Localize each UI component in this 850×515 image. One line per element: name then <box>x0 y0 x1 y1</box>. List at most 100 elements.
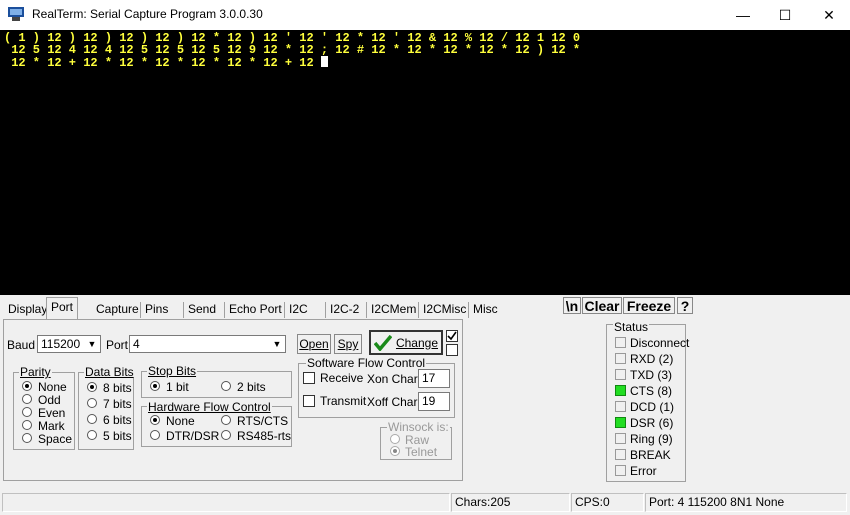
tab-i2c[interactable]: I2C <box>284 302 312 318</box>
stop-bits-2-radio[interactable] <box>221 381 231 391</box>
port-select[interactable]: 4 ▼ <box>129 335 286 353</box>
clear-button[interactable]: Clear <box>582 297 622 314</box>
data-bits-8-label: 8 bits <box>103 381 132 395</box>
xoff-char-input[interactable]: 19 <box>418 392 450 411</box>
status-led-ring <box>615 433 626 444</box>
change-checkbox-2[interactable] <box>446 344 458 356</box>
tab-send[interactable]: Send <box>183 302 220 318</box>
status-led-txd <box>615 369 626 380</box>
data-bits-7-radio[interactable] <box>87 398 97 408</box>
sw-flow-title: Software Flow Control <box>306 356 427 370</box>
tab-misc[interactable]: Misc <box>468 302 502 318</box>
status-label-cts: CTS (8) <box>630 384 672 398</box>
parity-mark-radio[interactable] <box>22 420 32 430</box>
tab-pins[interactable]: Pins <box>140 302 172 318</box>
terminal-display[interactable]: ( 1 ) 12 ) 12 ) 12 ) 12 ) 12 * 12 ) 12 '… <box>0 30 850 295</box>
statusbar-blank-cell <box>2 493 450 512</box>
cps-count: CPS:0 <box>571 493 644 512</box>
data-bits-5-radio[interactable] <box>87 430 97 440</box>
parity-odd-label: Odd <box>38 393 61 407</box>
hw-flow-title-text: Hardware Flow Control <box>148 400 271 414</box>
parity-title: Parity <box>19 366 52 378</box>
hw-flow-rs485-label: RS485-rts <box>237 429 292 443</box>
receive-label: Receive <box>320 371 364 385</box>
receive-checkbox[interactable] <box>303 372 315 384</box>
tab-i2cmem[interactable]: I2CMem <box>366 302 420 318</box>
parity-mark-label: Mark <box>38 419 65 433</box>
transmit-checkbox[interactable] <box>303 395 315 407</box>
transmit-label: Transmit <box>320 394 367 408</box>
terminal-line-2: 12 5 12 4 12 4 12 5 12 5 12 5 12 9 12 * … <box>4 43 581 57</box>
stop-bits-1-radio[interactable] <box>150 381 160 391</box>
change-button[interactable]: Change <box>369 330 443 355</box>
tab-display[interactable]: Display <box>4 302 51 318</box>
parity-even-label: Even <box>38 406 66 420</box>
status-label-dcd: DCD (1) <box>630 400 674 414</box>
data-bits-8-radio[interactable] <box>87 382 97 392</box>
hw-flow-none-label: None <box>166 414 195 428</box>
xon-label: Xon Char: <box>367 372 422 386</box>
parity-space-radio[interactable] <box>22 433 32 443</box>
hw-flow-none-radio[interactable] <box>150 415 160 425</box>
open-button[interactable]: Open <box>297 334 331 354</box>
parity-none-radio[interactable] <box>22 381 32 391</box>
status-led-rxd <box>615 353 626 364</box>
tab-i2cmisc[interactable]: I2CMisc <box>418 302 470 318</box>
parity-even-radio[interactable] <box>22 407 32 417</box>
status-label-break: BREAK <box>630 448 671 462</box>
status-led-error <box>615 465 626 476</box>
baud-select[interactable]: 115200 ▼ <box>37 335 101 353</box>
hw-flow-dtrdsr-radio[interactable] <box>150 430 160 440</box>
parity-title-text: Parity <box>20 365 51 379</box>
data-bits-6-radio[interactable] <box>87 414 97 424</box>
status-title: Status <box>613 320 650 334</box>
stop-bits-title: Stop Bits <box>147 364 198 378</box>
newline-button[interactable]: \n <box>563 297 581 314</box>
maximize-button[interactable]: ☐ <box>762 0 808 30</box>
minimize-button[interactable]: — <box>720 0 766 30</box>
stop-bits-title-text: Stop Bits <box>148 364 197 378</box>
chevron-down-icon: ▼ <box>87 339 97 349</box>
status-led-disconnect <box>615 337 626 348</box>
close-button[interactable]: ✕ <box>806 0 850 30</box>
baud-label: Baud <box>7 338 36 352</box>
tab-i2c-2[interactable]: I2C-2 <box>325 302 363 318</box>
hw-flow-rs485-radio[interactable] <box>221 430 231 440</box>
app-icon <box>8 7 24 21</box>
data-bits-title: Data Bits <box>84 366 135 378</box>
parity-odd-radio[interactable] <box>22 394 32 404</box>
tab-port[interactable]: Port <box>46 297 79 319</box>
winsock-title: Winsock is: <box>387 420 450 434</box>
check-icon <box>447 331 457 341</box>
title-bar: RealTerm: Serial Capture Program 3.0.0.3… <box>0 0 850 30</box>
xoff-label: Xoff Char: <box>367 395 421 409</box>
xon-char-input[interactable]: 17 <box>418 369 450 388</box>
change-checkbox-1[interactable] <box>446 330 458 342</box>
text-cursor <box>320 56 328 67</box>
winsock-telnet-radio[interactable] <box>390 446 400 456</box>
spy-button[interactable]: Spy <box>334 334 362 354</box>
data-bits-5-label: 5 bits <box>103 429 132 443</box>
stop-bits-1-label: 1 bit <box>166 380 189 394</box>
port-label: Port <box>106 338 129 352</box>
change-button-label: Change <box>395 335 439 350</box>
status-label-txd: TXD (3) <box>630 368 672 382</box>
port-value: 4 <box>133 337 140 351</box>
data-bits-title-text: Data Bits <box>85 365 134 379</box>
status-label-rxd: RXD (2) <box>630 352 674 366</box>
status-led-cts <box>615 385 626 396</box>
hw-flow-rtscts-radio[interactable] <box>221 415 231 425</box>
hw-flow-dtrdsr-label: DTR/DSR <box>166 429 220 443</box>
status-led-dsr <box>615 417 626 428</box>
status-led-dcd <box>615 401 626 412</box>
window-title: RealTerm: Serial Capture Program 3.0.0.3… <box>32 7 263 21</box>
help-button[interactable]: ? <box>677 297 693 314</box>
tab-echo-port[interactable]: Echo Port <box>224 302 286 318</box>
freeze-button[interactable]: Freeze <box>623 297 675 314</box>
winsock-telnet-label: Telnet <box>405 445 438 459</box>
status-led-break <box>615 449 626 460</box>
port-info: Port: 4 115200 8N1 None <box>645 493 847 512</box>
tab-capture[interactable]: Capture <box>92 302 143 318</box>
winsock-raw-radio[interactable] <box>390 434 400 444</box>
data-bits-7-label: 7 bits <box>103 397 132 411</box>
